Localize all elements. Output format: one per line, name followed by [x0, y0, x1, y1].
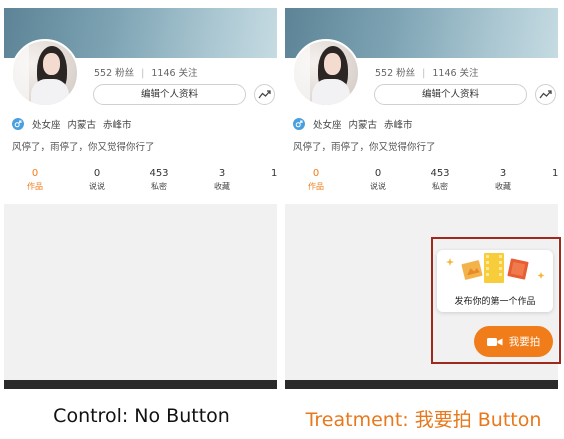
first-work-tooltip: 发布你的第一个作品 [437, 250, 553, 312]
follow-stats: 552 粉丝 | 1146 关注 [94, 68, 198, 79]
tab-favorites[interactable]: 3 收藏 [483, 168, 523, 192]
tag-province: 内蒙古 [67, 120, 97, 131]
tag-zodiac: 处女座 [32, 120, 61, 131]
tab-private[interactable]: 453 私密 [420, 168, 460, 192]
treatment-caption: Treatment: 我要拍 Button [305, 409, 542, 431]
male-icon [293, 118, 305, 130]
trend-arrow-icon [539, 90, 552, 99]
works-content-area [4, 204, 277, 380]
follow-count[interactable]: 1146 关注 [151, 68, 197, 79]
video-camera-icon [486, 337, 503, 346]
tag-city: 赤峰市 [384, 120, 413, 131]
profile-tabs: 0 作品 0 说说 453 私密 3 收藏 1 [4, 168, 277, 202]
edit-profile-button[interactable]: 编辑个人资料 [374, 84, 527, 105]
edit-profile-button[interactable]: 编辑个人资料 [93, 84, 246, 105]
tab-posts[interactable]: 0 说说 [358, 168, 398, 192]
control-caption: Control: No Button [53, 405, 230, 427]
tab-more[interactable]: 1 [271, 168, 277, 179]
shoot-button[interactable]: 我要拍 [474, 326, 553, 357]
tag-province: 内蒙古 [348, 120, 378, 131]
profile-info-tags: 处女座 内蒙古 赤峰市 [12, 117, 139, 131]
profile-bio: 风停了，雨停了，你又觉得你行了 [293, 142, 436, 153]
tab-private[interactable]: 453 私密 [139, 168, 179, 192]
fans-count[interactable]: 552 粉丝 [375, 68, 415, 79]
tag-zodiac: 处女座 [313, 120, 342, 131]
profile-tabs: 0 作品 0 说说 453 私密 3 收藏 1 [285, 168, 558, 202]
trend-button[interactable] [535, 84, 556, 105]
male-icon [12, 118, 24, 130]
trend-button[interactable] [254, 84, 275, 105]
profile-bio: 风停了，雨停了，你又觉得你行了 [12, 142, 155, 153]
follow-count[interactable]: 1146 关注 [432, 68, 478, 79]
tooltip-caption: 发布你的第一个作品 [454, 297, 536, 307]
tab-more[interactable]: 1 [552, 168, 558, 179]
shoot-button-label: 我要拍 [508, 336, 541, 348]
tab-works[interactable]: 0 作品 [296, 168, 336, 192]
sparkle-icon [446, 258, 454, 266]
follow-stats: 552 粉丝 | 1146 关注 [375, 68, 479, 79]
tab-posts[interactable]: 0 说说 [77, 168, 117, 192]
control-phone-screen: 552 粉丝 | 1146 关注 编辑个人资料 处女座 内蒙古 赤峰市 风停了，雨停… [4, 8, 277, 389]
avatar[interactable] [292, 39, 360, 107]
film-cards-illustration [446, 253, 545, 283]
trend-arrow-icon [258, 90, 271, 99]
fans-count[interactable]: 552 粉丝 [94, 68, 134, 79]
sparkle-icon [537, 272, 545, 279]
tab-works[interactable]: 0 作品 [15, 168, 55, 192]
tag-city: 赤峰市 [103, 120, 132, 131]
tab-favorites[interactable]: 3 收藏 [202, 168, 242, 192]
avatar[interactable] [11, 39, 79, 107]
profile-info-tags: 处女座 内蒙古 赤峰市 [293, 117, 420, 131]
